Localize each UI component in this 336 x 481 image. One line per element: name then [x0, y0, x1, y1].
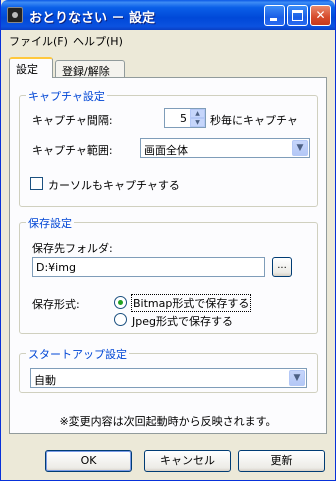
format-bitmap-label[interactable]: Bitmap形式で保存する	[130, 294, 252, 312]
capture-interval-value: 5	[180, 112, 187, 125]
startup-group-title: スタートアップ設定	[26, 346, 129, 362]
maximize-icon	[292, 10, 303, 21]
capture-range-label: キャプチャ範囲:	[32, 144, 113, 157]
save-folder-field[interactable]: D:¥img	[32, 257, 265, 277]
capture-settings-group: キャプチャ設定 キャプチャ間隔: 5 ▲ ▼ 秒毎にキャプチャ キャプチャ範囲:…	[19, 88, 318, 207]
capture-interval-suffix: 秒毎にキャプチャ	[210, 114, 298, 127]
menu-file[interactable]: ファイル(F)	[9, 33, 68, 49]
startup-value: 自動	[34, 374, 56, 387]
tab-settings[interactable]: 設定	[9, 57, 53, 78]
close-button[interactable]: ✕	[310, 5, 331, 26]
ok-button[interactable]: OK	[45, 450, 132, 472]
menu-bar: ファイル(F) ヘルプ(H)	[1, 30, 335, 50]
capture-interval-stepper[interactable]: 5 ▲ ▼	[164, 108, 206, 128]
spin-down-icon[interactable]: ▼	[190, 118, 205, 127]
browse-folder-button[interactable]: ...	[272, 257, 292, 277]
save-format-label: 保存形式:	[32, 298, 80, 311]
format-jpeg-label[interactable]: Jpeg形式で保存する	[132, 313, 233, 329]
save-folder-value: D:¥img	[36, 261, 76, 274]
save-settings-group: 保存設定 保存先フォルダ: D:¥img ... 保存形式: Bitmap形式で…	[19, 215, 318, 334]
capture-cursor-label[interactable]: カーソルもキャプチャする	[48, 177, 180, 193]
title-bar[interactable]: おとりなさい － 設定 ✕	[1, 0, 335, 30]
app-icon[interactable]	[7, 7, 23, 23]
menu-help[interactable]: ヘルプ(H)	[73, 33, 123, 49]
close-icon: ✕	[315, 8, 326, 22]
capture-interval-label: キャプチャ間隔:	[32, 114, 113, 127]
capture-group-title: キャプチャ設定	[26, 88, 107, 104]
chevron-down-icon[interactable]: ▼	[292, 140, 308, 156]
update-button[interactable]: 更新	[238, 450, 325, 472]
tab-register[interactable]: 登録/解除	[55, 60, 125, 78]
save-group-title: 保存設定	[26, 215, 74, 231]
capture-cursor-checkbox[interactable]	[30, 177, 43, 190]
cancel-button[interactable]: キャンセル	[144, 450, 231, 472]
format-bitmap-radio[interactable]	[114, 296, 127, 309]
spinner-buttons: ▲ ▼	[190, 109, 205, 127]
capture-range-value: 画面全体	[144, 144, 188, 157]
chevron-down-icon[interactable]: ▼	[289, 370, 305, 386]
minimize-button[interactable]	[264, 5, 285, 26]
settings-window: おとりなさい － 設定 ✕ ファイル(F) ヘルプ(H) 設定 登録/解除 キャ…	[0, 0, 336, 481]
minimize-icon	[270, 18, 277, 21]
spin-up-icon[interactable]: ▲	[190, 109, 205, 118]
window-title: おとりなさい － 設定	[29, 11, 156, 26]
format-jpeg-radio[interactable]	[114, 313, 127, 326]
capture-range-select[interactable]: 画面全体 ▼	[140, 138, 310, 158]
startup-select[interactable]: 自動 ▼	[30, 368, 307, 388]
restart-note: ※変更内容は次回起動時から反映されます。	[59, 415, 277, 428]
save-folder-label: 保存先フォルダ:	[32, 242, 113, 255]
settings-panel: キャプチャ設定 キャプチャ間隔: 5 ▲ ▼ 秒毎にキャプチャ キャプチャ範囲:…	[9, 77, 327, 434]
startup-settings-group: スタートアップ設定 自動 ▼	[19, 346, 318, 393]
maximize-button[interactable]	[287, 5, 308, 26]
